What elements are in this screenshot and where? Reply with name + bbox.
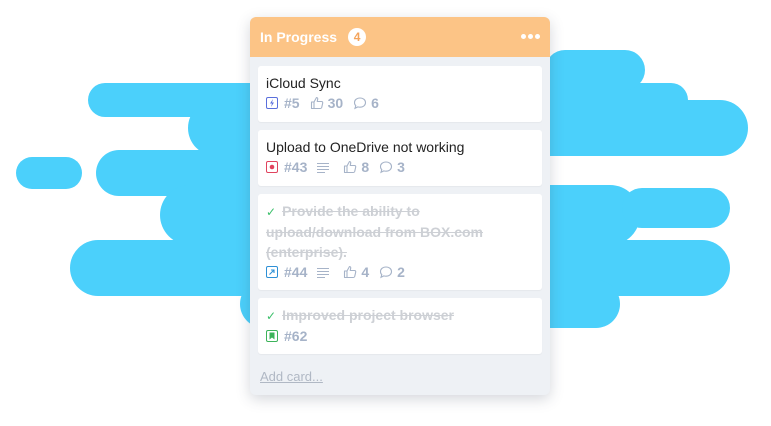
comment-icon[interactable] [353,96,367,110]
vote-count: 4 [361,264,370,280]
card-title: iCloud Sync [266,75,341,91]
card-title: ✓ Improved project browser [266,305,534,326]
bookmark-icon [266,330,278,342]
comment-count: 6 [371,95,379,111]
card-meta: #43 8 3 [266,157,534,177]
description-icon [317,266,330,278]
description-icon [317,161,330,173]
card-number: #44 [284,264,308,280]
check-icon: ✓ [266,309,277,323]
external-arrow-icon [266,266,278,278]
column-count-badge: 4 [348,28,367,46]
comment-icon[interactable] [379,160,393,174]
bug-icon [266,161,278,173]
card-number: #62 [284,328,308,344]
card-number: #5 [284,95,300,111]
card-title-line: (enterprise). [266,244,347,260]
card-title-line: upload/download from BOX.com [266,224,483,240]
card-title: Upload to OneDrive not working [266,139,465,155]
comment-icon[interactable] [379,265,393,279]
column-header: In Progress 4 [250,17,550,57]
vote-count: 30 [327,95,344,111]
card-box-upload[interactable]: ✓ Provide the ability to upload/download … [258,194,542,290]
card-title: ✓ Provide the ability to upload/download … [266,201,534,262]
card-meta: #5 30 6 [266,93,534,113]
thumbs-up-icon[interactable] [310,96,324,110]
card-title-text: Improved project browser [282,307,454,323]
card-title-line: Provide the ability to [282,203,420,219]
check-icon: ✓ [266,205,277,219]
card-number: #43 [284,159,308,175]
more-dots-icon[interactable] [521,34,540,39]
card-icloud-sync[interactable]: iCloud Sync #5 30 6 [258,66,542,122]
card-onedrive-upload[interactable]: Upload to OneDrive not working #43 8 3 [258,130,542,186]
column-title: In Progress [260,29,338,45]
thumbs-up-icon[interactable] [343,265,357,279]
card-project-browser[interactable]: ✓ Improved project browser #62 [258,298,542,354]
comment-count: 3 [397,159,405,175]
add-card-link[interactable]: Add card... [260,369,323,384]
lightning-icon [266,97,278,109]
in-progress-column: In Progress 4 iCloud Sync #5 30 6 Upload… [250,17,550,395]
card-meta: #62 [266,326,534,346]
card-meta: #44 4 2 [266,262,534,282]
vote-count: 8 [361,159,370,175]
thumbs-up-icon[interactable] [343,160,357,174]
comment-count: 2 [397,264,405,280]
